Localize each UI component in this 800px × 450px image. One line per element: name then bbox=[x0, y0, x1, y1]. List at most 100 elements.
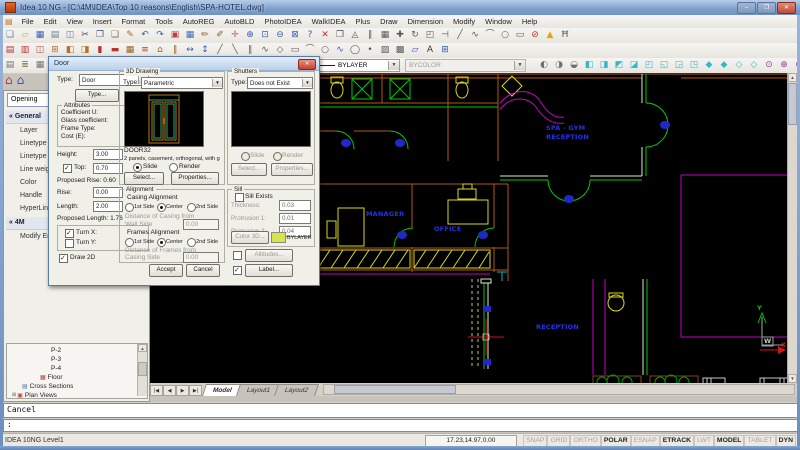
turn-y-checkbox[interactable] bbox=[65, 239, 74, 248]
trim-icon[interactable]: ⊣ bbox=[438, 29, 452, 42]
iso-nw-icon[interactable]: ◇ bbox=[747, 59, 761, 72]
menu-item[interactable]: AutoREG bbox=[178, 17, 220, 26]
status-toggle[interactable]: LWT bbox=[694, 435, 714, 447]
top-checkbox[interactable] bbox=[63, 164, 72, 173]
label-checkbox[interactable] bbox=[233, 266, 242, 275]
copy-icon[interactable]: ❐ bbox=[93, 29, 107, 42]
view-top-icon[interactable]: ◧ bbox=[582, 59, 596, 72]
zoom-extents-icon[interactable]: ⊠ bbox=[288, 29, 302, 42]
minimize-button[interactable]: – bbox=[737, 2, 756, 14]
select-button[interactable]: Select... bbox=[124, 172, 164, 185]
menu-item[interactable]: View bbox=[62, 17, 88, 26]
scroll-up-icon[interactable]: ▲ bbox=[788, 73, 797, 82]
sill-field[interactable]: 0.01 bbox=[279, 213, 311, 224]
tree-item[interactable]: P-4 bbox=[9, 364, 137, 373]
undo-icon[interactable]: ↶ bbox=[138, 29, 152, 42]
paste-icon[interactable]: ❑ bbox=[108, 29, 122, 42]
tree-scrollbar[interactable]: ▲ bbox=[137, 344, 147, 396]
altitudes-button[interactable]: Altitudes... bbox=[245, 249, 293, 262]
layers-icon[interactable]: ≣ bbox=[18, 59, 32, 72]
menu-item[interactable]: Draw bbox=[375, 17, 403, 26]
layer-states-icon[interactable]: ▦ bbox=[33, 59, 47, 72]
dialog-close-button[interactable]: ✕ bbox=[298, 59, 316, 70]
zoom-previous-icon[interactable]: ⊖ bbox=[273, 29, 287, 42]
menu-item[interactable]: AutoBLD bbox=[219, 17, 259, 26]
turn-x-checkbox[interactable] bbox=[65, 229, 74, 238]
rectangle-icon[interactable]: ▭ bbox=[513, 29, 527, 42]
menu-item[interactable]: Window bbox=[480, 17, 517, 26]
move-icon[interactable]: ✚ bbox=[393, 29, 407, 42]
scale-icon[interactable]: ◰ bbox=[423, 29, 437, 42]
scroll-down-icon[interactable]: ▼ bbox=[788, 374, 797, 383]
line-icon[interactable]: ╱ bbox=[453, 29, 467, 42]
properties-button[interactable]: Properties... bbox=[171, 172, 219, 185]
status-toggle[interactable]: ETRACK bbox=[660, 435, 694, 447]
expander-icon[interactable]: ⊞ bbox=[12, 391, 16, 399]
status-toggle[interactable]: TABLET bbox=[744, 435, 775, 447]
frames-second-radio[interactable] bbox=[187, 238, 196, 247]
sketch-icon[interactable]: ✏ bbox=[198, 29, 212, 42]
view-front-icon[interactable]: ◰ bbox=[642, 59, 656, 72]
dist-frames-field[interactable]: 0.00 bbox=[183, 252, 219, 263]
view-back-icon[interactable]: ◱ bbox=[657, 59, 671, 72]
scrollbar-thumb[interactable] bbox=[788, 83, 797, 125]
zoom-in-view-icon[interactable]: ⊕ bbox=[777, 59, 791, 72]
spline-icon[interactable]: ∿ bbox=[333, 44, 347, 57]
draw-circle-icon[interactable]: ○ bbox=[318, 44, 332, 57]
casing-first-radio[interactable] bbox=[125, 203, 134, 212]
iso-ne-icon[interactable]: ◇ bbox=[732, 59, 746, 72]
status-toggle[interactable]: SNAP bbox=[523, 435, 548, 447]
view-bottom-icon[interactable]: ◨ bbox=[597, 59, 611, 72]
mirror-icon[interactable]: ◬ bbox=[348, 29, 362, 42]
view-right-icon[interactable]: ◪ bbox=[627, 59, 641, 72]
menu-item[interactable]: Dimension bbox=[403, 17, 448, 26]
status-toggle[interactable]: ESNAP bbox=[631, 435, 660, 447]
tab-nav-button[interactable]: ▶ bbox=[176, 385, 189, 396]
gradient-icon[interactable]: ▩ bbox=[393, 44, 407, 57]
floor-plan-icon[interactable]: ⌂ bbox=[17, 73, 25, 88]
pan-icon[interactable]: ✛ bbox=[228, 29, 242, 42]
shade-render-icon[interactable]: ◒ bbox=[567, 59, 581, 72]
shutters-render-radio[interactable] bbox=[273, 152, 282, 161]
shutters-select-button[interactable]: Select... bbox=[231, 163, 267, 176]
shade-2d-icon[interactable]: ◐ bbox=[537, 59, 551, 72]
double-wall-icon[interactable]: ▥ bbox=[18, 44, 32, 57]
shutters-type-combo[interactable]: Does not Exist▼ bbox=[247, 77, 313, 89]
arc-icon[interactable]: ⌒ bbox=[483, 29, 497, 42]
drawing-horizontal-scrollbar[interactable] bbox=[323, 384, 795, 395]
circle-icon[interactable]: ○ bbox=[498, 29, 512, 42]
status-toggle[interactable]: DYN bbox=[776, 435, 796, 447]
chevron-down-icon[interactable]: ▼ bbox=[514, 61, 525, 70]
properties-icon[interactable]: ▤ bbox=[3, 59, 17, 72]
sill-field[interactable]: 0.03 bbox=[279, 200, 311, 211]
cut-icon[interactable]: ✂ bbox=[78, 29, 92, 42]
view-left-icon[interactable]: ◩ bbox=[612, 59, 626, 72]
menu-item[interactable]: Plus bbox=[351, 17, 376, 26]
color-3d-button[interactable]: Color 3D... bbox=[231, 231, 269, 244]
menu-item[interactable]: Format bbox=[116, 17, 150, 26]
tab-nav-button[interactable]: ◀ bbox=[163, 385, 176, 396]
help-icon[interactable]: ? bbox=[303, 29, 317, 42]
status-toggle[interactable]: GRID bbox=[547, 435, 570, 447]
tree-item[interactable]: P-2 bbox=[9, 346, 137, 355]
text-icon[interactable]: A bbox=[423, 44, 437, 57]
scrollbar-thumb[interactable] bbox=[334, 385, 456, 394]
label-button[interactable]: Label... bbox=[245, 264, 293, 277]
tab-nav-button[interactable]: ▶| bbox=[189, 385, 202, 396]
zoom-realtime-icon[interactable]: ⊕ bbox=[243, 29, 257, 42]
polyline-icon[interactable]: ∿ bbox=[468, 29, 482, 42]
print-icon[interactable]: ▤ bbox=[48, 29, 62, 42]
zoom-window-icon[interactable]: ⊡ bbox=[258, 29, 272, 42]
status-toggle[interactable]: ORTHO bbox=[570, 435, 600, 447]
command-input[interactable]: : bbox=[3, 419, 800, 432]
cancel-button[interactable]: Cancel bbox=[186, 264, 220, 277]
rotate-icon[interactable]: ↻ bbox=[408, 29, 422, 42]
drawing-vertical-scrollbar[interactable]: ▲ ▼ bbox=[787, 73, 797, 383]
altitudes-checkbox[interactable] bbox=[233, 251, 242, 260]
save-icon[interactable]: ▦ bbox=[33, 29, 47, 42]
dialog-titlebar[interactable]: Door bbox=[49, 57, 319, 71]
accept-button[interactable]: Accept bbox=[149, 264, 183, 277]
tree-item[interactable]: ▤ Cross Sections bbox=[9, 382, 137, 391]
menu-item[interactable]: Help bbox=[517, 17, 542, 26]
type-button[interactable]: Type... bbox=[75, 89, 119, 102]
